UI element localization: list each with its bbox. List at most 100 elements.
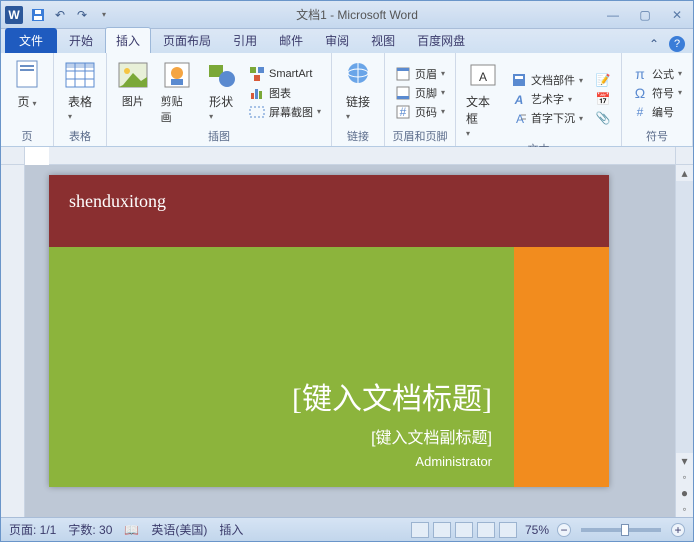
- wordart-icon: A: [511, 91, 527, 107]
- view-outline[interactable]: [477, 522, 495, 538]
- cover-title-placeholder[interactable]: [键入文档标题]: [292, 374, 492, 418]
- scroll-track[interactable]: [676, 181, 693, 453]
- group-illustrations: 图片 剪贴画 形状▾ SmartArt 图表 屏幕截图 ▾ 插图: [107, 53, 332, 146]
- zoom-thumb[interactable]: [621, 524, 629, 536]
- save-icon[interactable]: [29, 6, 47, 24]
- tab-pagelayout[interactable]: 页面布局: [153, 28, 221, 53]
- status-proofing-icon[interactable]: 📖: [124, 523, 139, 537]
- view-print-layout[interactable]: [411, 522, 429, 538]
- group-label-illustrations: 插图: [113, 128, 325, 144]
- file-tab[interactable]: 文件: [5, 28, 57, 53]
- zoom-level[interactable]: 75%: [525, 523, 549, 537]
- page-icon: [11, 59, 43, 91]
- pagenum-button[interactable]: #页码 ▾: [391, 103, 449, 121]
- quickparts-button[interactable]: 文档部件 ▾: [507, 71, 587, 89]
- dropcap-button[interactable]: A首字下沉 ▾: [507, 109, 587, 127]
- cover-header-text[interactable]: shenduxitong: [69, 191, 166, 211]
- number-button[interactable]: #编号: [628, 103, 686, 121]
- smartart-button[interactable]: SmartArt: [245, 65, 325, 83]
- undo-icon[interactable]: ↶: [51, 6, 69, 24]
- status-page[interactable]: 页面: 1/1: [9, 521, 56, 538]
- table-button[interactable]: 表格▾: [60, 57, 100, 128]
- tab-baidu[interactable]: 百度网盘: [407, 28, 475, 53]
- footer-icon: [395, 85, 411, 101]
- qat-dropdown-icon[interactable]: ▾: [95, 6, 113, 24]
- clipart-button[interactable]: 剪贴画: [157, 57, 198, 128]
- picture-icon: [117, 59, 149, 91]
- help-icon[interactable]: ?: [669, 36, 685, 52]
- browse-object-icon[interactable]: ●: [676, 485, 693, 501]
- symbol-icon: Ω: [632, 85, 648, 101]
- scroll-up-icon[interactable]: ▴: [676, 165, 693, 181]
- tab-insert[interactable]: 插入: [105, 27, 151, 53]
- screenshot-button[interactable]: 屏幕截图 ▾: [245, 103, 325, 121]
- horizontal-ruler[interactable]: [49, 147, 675, 165]
- view-draft[interactable]: [499, 522, 517, 538]
- svg-text:A: A: [514, 93, 524, 107]
- zoom-out-button[interactable]: −: [557, 523, 571, 537]
- shapes-icon: [205, 59, 237, 91]
- datetime-button[interactable]: 📅: [591, 90, 615, 108]
- signature-icon: 📝: [595, 72, 611, 88]
- object-button[interactable]: 📎: [591, 109, 615, 127]
- cover-author[interactable]: Administrator: [415, 454, 492, 469]
- document-canvas[interactable]: shenduxitong [键入文档标题] [键入文档副标题] Administ…: [25, 165, 675, 517]
- redo-icon[interactable]: ↷: [73, 6, 91, 24]
- cover-header-band: shenduxitong: [49, 175, 609, 247]
- cover-subtitle-placeholder[interactable]: [键入文档副标题]: [371, 424, 492, 448]
- picture-button[interactable]: 图片: [113, 57, 153, 128]
- group-label-symbols: 符号: [628, 128, 686, 144]
- group-text: A 文本框▾ 文档部件 ▾ A艺术字 ▾ A首字下沉 ▾ 📝 📅 📎 文本: [456, 53, 622, 146]
- zoom-in-button[interactable]: +: [671, 523, 685, 537]
- status-words[interactable]: 字数: 30: [68, 521, 112, 538]
- quickparts-icon: [511, 72, 527, 88]
- tab-references[interactable]: 引用: [223, 28, 267, 53]
- zoom-slider[interactable]: [581, 528, 661, 532]
- equation-button[interactable]: π公式 ▾: [628, 65, 686, 83]
- scroll-down-icon[interactable]: ▾: [676, 453, 693, 469]
- close-button[interactable]: ✕: [665, 6, 689, 24]
- prev-page-icon[interactable]: ◦: [676, 469, 693, 485]
- maximize-button[interactable]: ▢: [633, 6, 657, 24]
- cover-main-panel: [键入文档标题] [键入文档副标题] Administrator: [49, 247, 514, 487]
- group-tables: 表格▾ 表格: [54, 53, 107, 146]
- word-app-icon: W: [5, 6, 23, 24]
- tab-view[interactable]: 视图: [361, 28, 405, 53]
- statusbar: 页面: 1/1 字数: 30 📖 英语(美国) 插入 75% − +: [1, 517, 693, 541]
- pages-button[interactable]: 页 ▾: [7, 57, 47, 128]
- group-symbols: π公式 ▾ Ω符号 ▾ #编号 符号: [622, 53, 693, 146]
- cover-accent-panel: [514, 247, 609, 487]
- datetime-icon: 📅: [595, 91, 611, 107]
- chart-button[interactable]: 图表: [245, 84, 325, 102]
- tab-mailings[interactable]: 邮件: [269, 28, 313, 53]
- screenshot-icon: [249, 104, 265, 120]
- status-mode[interactable]: 插入: [219, 521, 243, 538]
- header-button[interactable]: 页眉 ▾: [391, 65, 449, 83]
- chart-icon: [249, 85, 265, 101]
- view-web[interactable]: [455, 522, 473, 538]
- svg-text:#: #: [400, 105, 407, 119]
- vertical-ruler[interactable]: [1, 165, 25, 517]
- footer-button[interactable]: 页脚 ▾: [391, 84, 449, 102]
- next-page-icon[interactable]: ◦: [676, 501, 693, 517]
- link-button[interactable]: 链接▾: [338, 57, 378, 128]
- group-label-headerfooter: 页眉和页脚: [391, 128, 449, 144]
- textbox-button[interactable]: A 文本框▾: [462, 57, 503, 141]
- ribbon-minimize-icon[interactable]: ⌃: [645, 35, 663, 53]
- window-title: 文档1 - Microsoft Word: [113, 6, 601, 23]
- minimize-button[interactable]: —: [601, 6, 625, 24]
- tab-review[interactable]: 审阅: [315, 28, 359, 53]
- page: shenduxitong [键入文档标题] [键入文档副标题] Administ…: [49, 175, 609, 487]
- vertical-scrollbar[interactable]: ▴ ▾ ◦ ● ◦: [675, 165, 693, 517]
- group-pages: 页 ▾ 页: [1, 53, 54, 146]
- status-language[interactable]: 英语(美国): [151, 521, 207, 538]
- ribbon: 页 ▾ 页 表格▾ 表格 图片 剪贴画 形状▾: [1, 53, 693, 147]
- view-fullscreen[interactable]: [433, 522, 451, 538]
- tab-home[interactable]: 开始: [59, 28, 103, 53]
- symbol-button[interactable]: Ω符号 ▾: [628, 84, 686, 102]
- textbox-icon: A: [467, 59, 499, 91]
- wordart-button[interactable]: A艺术字 ▾: [507, 90, 587, 108]
- shapes-button[interactable]: 形状▾: [201, 57, 241, 128]
- signature-button[interactable]: 📝: [591, 71, 615, 89]
- table-icon: [64, 59, 96, 91]
